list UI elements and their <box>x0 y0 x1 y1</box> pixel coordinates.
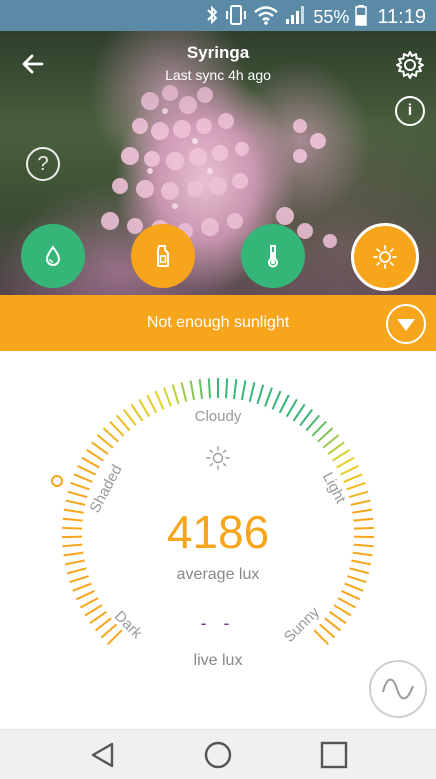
gauge-tick <box>76 591 94 599</box>
vibrate-icon <box>225 4 247 31</box>
zone-label-cloudy: Cloudy <box>195 408 242 425</box>
gauge-tick <box>182 382 187 401</box>
gauge-tick <box>323 435 338 448</box>
average-lux-label: average lux <box>0 566 436 584</box>
gauge-tick <box>300 410 312 426</box>
fertilizer-sensor-button[interactable] <box>131 224 195 288</box>
battery-icon <box>355 4 367 31</box>
gauge-tick <box>124 410 136 426</box>
info-icon[interactable]: i <box>395 96 425 126</box>
gauge-tick <box>351 561 371 565</box>
temperature-sensor-button[interactable] <box>241 224 305 288</box>
recents-square-icon[interactable] <box>319 740 349 770</box>
wave-icon <box>383 680 413 699</box>
signal-icon <box>285 5 307 30</box>
bluetooth-icon <box>205 5 219 30</box>
system-nav-bar <box>0 729 436 779</box>
wifi-icon <box>253 5 279 30</box>
plant-photo-header: Syringa Last sync 4h ago i ? <box>0 31 436 295</box>
gauge-tick <box>92 442 108 454</box>
sun-icon <box>371 243 399 271</box>
gauge-tick <box>139 399 149 416</box>
gauge-tick <box>342 591 360 599</box>
gauge-tick <box>242 380 246 400</box>
gauge-tick <box>294 404 305 421</box>
sun-small-icon <box>205 445 231 471</box>
gauge-tick <box>80 598 98 607</box>
gauge-tick <box>87 450 104 461</box>
gauge-tick <box>65 561 85 565</box>
gauge-tick <box>333 450 350 461</box>
gauge-tick <box>209 378 210 398</box>
gauge-tick <box>191 380 195 400</box>
water-sensor-button[interactable] <box>21 224 85 288</box>
thermometer-icon <box>259 242 287 270</box>
gauge-tick <box>344 474 362 482</box>
gauge-tick <box>110 422 124 436</box>
gauge-tick <box>234 379 236 399</box>
alert-banner[interactable]: Not enough sunlight <box>0 295 436 351</box>
gauge-tick <box>340 466 358 475</box>
gauge-tick <box>147 395 156 413</box>
live-lux-value: - - <box>0 613 436 634</box>
gauge-tick <box>78 466 96 475</box>
gauge-tick <box>306 415 319 430</box>
gauge-tick <box>345 584 364 591</box>
gauge-tick <box>173 385 179 404</box>
gauge-tick <box>97 435 112 448</box>
back-triangle-icon[interactable] <box>88 740 118 770</box>
gauge-tick <box>164 388 171 407</box>
gauge-tick <box>337 458 354 468</box>
current-level-marker <box>52 476 62 486</box>
gauge-tick <box>280 395 289 413</box>
fertilizer-icon <box>149 242 177 270</box>
gauge-tick <box>312 422 326 436</box>
home-circle-icon[interactable] <box>203 740 233 770</box>
expand-down-icon[interactable] <box>386 304 426 344</box>
gauge-tick <box>68 492 87 497</box>
gauge-tick <box>265 388 272 407</box>
gauge-tick <box>82 458 99 468</box>
gauge-tick <box>346 483 365 490</box>
plant-name: Syringa <box>0 43 436 63</box>
gauge-tick <box>103 428 118 442</box>
water-drop-icon <box>39 242 67 270</box>
help-icon[interactable]: ? <box>26 147 60 181</box>
clock: 11:19 <box>377 6 426 29</box>
history-chart-button[interactable] <box>369 660 427 718</box>
gauge-tick <box>328 442 344 454</box>
gauge-tick <box>71 483 90 490</box>
gauge-tick <box>74 474 92 482</box>
settings-gear-icon[interactable] <box>394 49 426 81</box>
gauge-tick <box>338 598 356 607</box>
gauge-tick <box>117 415 130 430</box>
gauge-tick <box>349 492 368 497</box>
live-lux-label: live lux <box>0 652 436 670</box>
gauge-tick <box>155 391 163 409</box>
gauge-tick <box>257 385 263 404</box>
average-lux-value: 4186 <box>0 505 436 559</box>
last-sync-text: Last sync 4h ago <box>0 67 436 83</box>
gauge-tick <box>200 379 202 399</box>
alert-message: Not enough sunlight <box>0 314 436 332</box>
gauge-tick <box>131 404 142 421</box>
gauge-tick <box>226 378 227 398</box>
gauge-tick <box>73 584 92 591</box>
gauge-tick <box>318 428 333 442</box>
gauge-tick <box>250 382 255 401</box>
zone-label-light: Light <box>319 470 350 507</box>
status-bar: 55% 11:19 <box>0 0 436 31</box>
light-sensor-button[interactable] <box>351 223 419 291</box>
gauge-tick <box>287 399 297 416</box>
battery-percent: 55% <box>313 7 349 28</box>
gauge-tick <box>273 391 281 409</box>
